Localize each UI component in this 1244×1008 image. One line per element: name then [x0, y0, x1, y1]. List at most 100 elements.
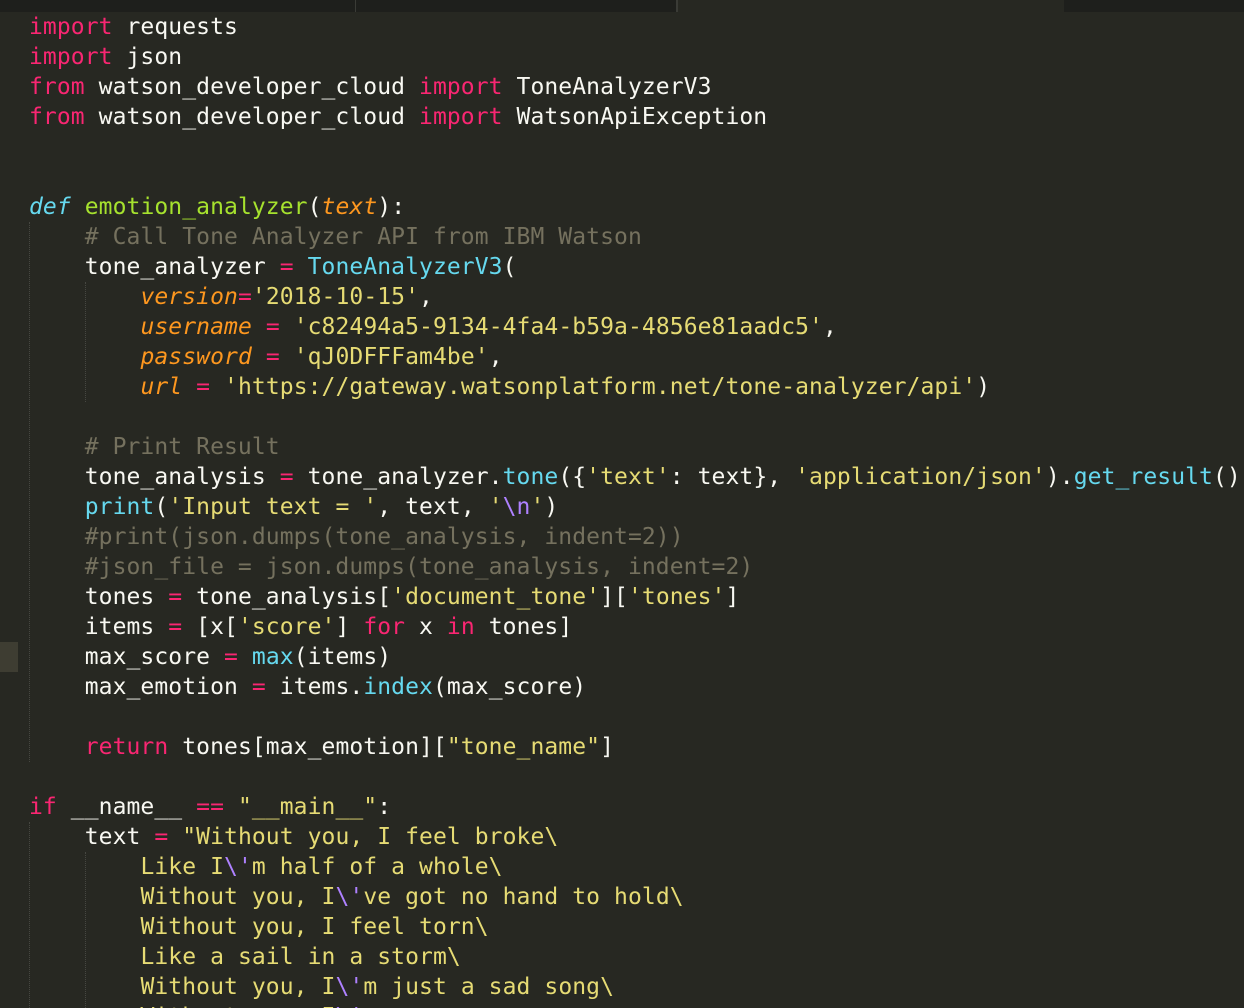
code-token: watson_developer_cloud: [84, 104, 420, 130]
code-token: __name__: [56, 794, 197, 820]
code-line[interactable]: #print(json.dumps(tone_analysis, indent=…: [29, 522, 684, 552]
code-token: #json_file = json.dumps(tone_analysis, i…: [84, 554, 754, 580]
code-token: from: [29, 104, 85, 130]
code-token: tone: [502, 464, 559, 490]
code-token: #print(json.dumps(tone_analysis, indent=…: [84, 524, 684, 550]
tab-4[interactable]: [1064, 0, 1244, 12]
code-token: =: [168, 584, 183, 610]
code-token: tones: [29, 584, 169, 610]
code-line[interactable]: max_score = max(items): [29, 642, 391, 672]
code-line[interactable]: # Print Result: [29, 432, 280, 462]
code-line[interactable]: from watson_developer_cloud import Watso…: [29, 102, 767, 132]
code-token: tone_analysis: [29, 464, 280, 490]
code-token: Without you, I: [140, 884, 336, 910]
code-token: ):: [377, 194, 406, 220]
code-token: url: [140, 374, 183, 400]
code-line[interactable]: version='2018-10-15',: [29, 282, 433, 312]
code-token: ): [377, 644, 392, 670]
code-token: , text,: [377, 494, 489, 520]
code-token: tones[max_emotion][: [168, 734, 447, 760]
code-token: "tone_name": [446, 734, 601, 760]
code-line[interactable]: print('Input text = ', text, '\n'): [29, 492, 559, 522]
code-line[interactable]: Like I\'m half of a whole\: [29, 852, 503, 882]
tab-bar: [0, 0, 1244, 12]
code-token: import: [29, 14, 113, 40]
code-line[interactable]: Without you, I feel torn\: [29, 912, 489, 942]
code-line[interactable]: Without you, I\'ve got no hand to hold\: [29, 882, 684, 912]
code-line[interactable]: import json: [29, 42, 182, 72]
code-line[interactable]: import requests: [29, 12, 238, 42]
code-token: : text},: [669, 464, 796, 490]
code-line[interactable]: from watson_developer_cloud import ToneA…: [29, 72, 712, 102]
code-line[interactable]: return tones[max_emotion]["tone_name"]: [29, 732, 614, 762]
code-line[interactable]: #json_file = json.dumps(tone_analysis, i…: [29, 552, 754, 582]
code-token: ==: [196, 794, 225, 820]
code-token: return: [84, 734, 169, 760]
code-token: =: [279, 254, 294, 280]
code-token: from: [29, 74, 85, 100]
code-token: in: [446, 614, 475, 640]
code-token: WatsonApiException: [502, 104, 768, 130]
code-token: print: [84, 494, 155, 520]
code-line[interactable]: Without you, I\'m...: [29, 1002, 419, 1008]
code-line[interactable]: if __name__ == "__main__":: [29, 792, 391, 822]
code-token: 'text': [586, 464, 670, 490]
code-token: =: [224, 644, 238, 670]
code-token: version: [140, 284, 238, 310]
code-line[interactable]: url = 'https://gateway.watsonplatform.ne…: [29, 372, 990, 402]
code-token: # Call Tone Analyzer API from IBM Watson: [84, 224, 642, 250]
code-token: items.: [265, 674, 364, 700]
code-token: import: [419, 104, 503, 130]
code-line[interactable]: max_emotion = items.index(max_score): [29, 672, 586, 702]
code-token: 'qJ0DFFFam4be': [293, 344, 489, 370]
code-line[interactable]: username = 'c82494a5-9134-4fa4-b59a-4856…: [29, 312, 837, 342]
code-token: \': [335, 974, 364, 1000]
code-line[interactable]: items = [x['score'] for x in tones]: [29, 612, 573, 642]
code-line[interactable]: password = 'qJ0DFFFam4be',: [29, 342, 503, 372]
code-token: ve got no hand to hold\: [363, 884, 684, 910]
code-line[interactable]: def emotion_analyzer(text):: [29, 192, 405, 222]
code-token: username: [140, 314, 252, 340]
code-editor[interactable]: import requests import json from watson_de…: [0, 0, 1244, 1008]
code-token: text: [321, 194, 378, 220]
code-token: tone_analysis[: [182, 584, 392, 610]
code-token: =: [279, 464, 294, 490]
code-token: get_result: [1073, 464, 1213, 490]
code-line[interactable]: tone_analysis = tone_analyzer.tone({'tex…: [29, 462, 1241, 492]
code-token: ,: [488, 344, 503, 370]
code-line[interactable]: Without you, I\'m just a sad song\: [29, 972, 614, 1002]
tab-active[interactable]: [677, 0, 1065, 12]
code-line[interactable]: tones = tone_analysis['document_tone']['…: [29, 582, 740, 612]
code-token: watson_developer_cloud: [84, 74, 420, 100]
code-token: =: [265, 344, 280, 370]
code-token: '2018-10-15': [251, 284, 420, 310]
code-line[interactable]: text = "Without you, I feel broke\: [29, 822, 559, 852]
code-token: emotion_analyzer: [84, 194, 308, 220]
code-line[interactable]: Like a sail in a storm\: [29, 942, 461, 972]
code-line[interactable]: # Call Tone Analyzer API from IBM Watson: [29, 222, 642, 252]
code-token: Without you, I feel torn\: [140, 914, 489, 940]
tab-2[interactable]: [356, 0, 677, 12]
code-token: Without you, I: [140, 1004, 335, 1008]
code-token: ': [530, 494, 545, 520]
code-token: ]: [725, 584, 740, 610]
tab-1[interactable]: [0, 0, 356, 12]
current-line-marker: [0, 642, 18, 672]
code-line[interactable]: tone_analyzer = ToneAnalyzerV3(: [29, 252, 517, 282]
code-token: ,: [822, 314, 837, 340]
